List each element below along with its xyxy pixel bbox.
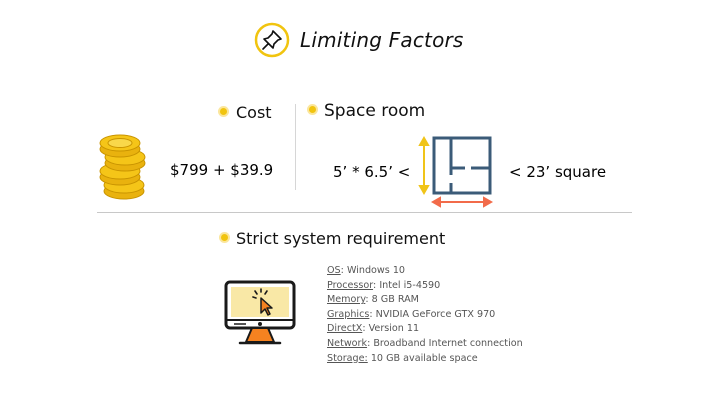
pin-icon	[254, 22, 290, 58]
requirements-heading: Strict system requirement	[236, 229, 446, 248]
section-divider-vertical	[295, 104, 296, 190]
requirement-item: Processor: Intel i5-4590	[327, 279, 523, 294]
requirement-key: OS	[327, 265, 341, 276]
requirement-item: Storage: 10 GB available space	[327, 352, 523, 367]
requirement-value: : Broadband Internet connection	[367, 337, 523, 349]
requirement-value: 10 GB available space	[367, 352, 478, 364]
requirement-key: Graphics	[327, 308, 370, 320]
requirement-value: : Windows 10	[340, 265, 406, 276]
requirement-value: : Version 11	[362, 323, 420, 335]
floorplan-icon	[418, 135, 494, 208]
requirements-bullet	[221, 234, 228, 241]
requirement-value: : Intel i5-4590	[373, 279, 441, 291]
requirement-key: Processor	[327, 279, 374, 291]
requirement-key: DirectX	[327, 323, 363, 335]
requirement-key: Memory	[327, 294, 366, 306]
space-dimensions: 5’ * 6.5’ <	[333, 163, 411, 181]
requirement-item: Memory: 8 GB RAM	[327, 293, 523, 308]
coins-icon	[99, 134, 146, 200]
requirements-list: OS: Windows 10 Processor: Intel i5-4590 …	[327, 264, 523, 366]
requirement-item: Graphics: NVIDIA GeForce GTX 970	[327, 308, 523, 323]
cost-heading: Cost	[236, 103, 272, 122]
requirement-item: Network: Broadband Internet connection	[327, 337, 523, 352]
computer-icon	[224, 280, 296, 345]
space-heading: Space room	[324, 101, 426, 121]
cost-price: $799 + $39.9	[170, 161, 274, 179]
space-limit: < 23’ square	[509, 163, 607, 181]
page-title: Limiting Factors	[300, 28, 464, 52]
requirement-key: Network	[327, 337, 368, 349]
requirement-item: DirectX: Version 11	[327, 322, 523, 337]
requirement-value: : 8 GB RAM	[365, 294, 419, 306]
requirement-value: : NVIDIA GeForce GTX 970	[369, 308, 496, 320]
section-divider-horizontal	[97, 212, 632, 213]
space-bullet	[309, 106, 316, 113]
cost-bullet	[220, 108, 227, 115]
requirement-item: OS: Windows 10	[327, 264, 523, 279]
requirement-key: Storage:	[327, 352, 368, 364]
